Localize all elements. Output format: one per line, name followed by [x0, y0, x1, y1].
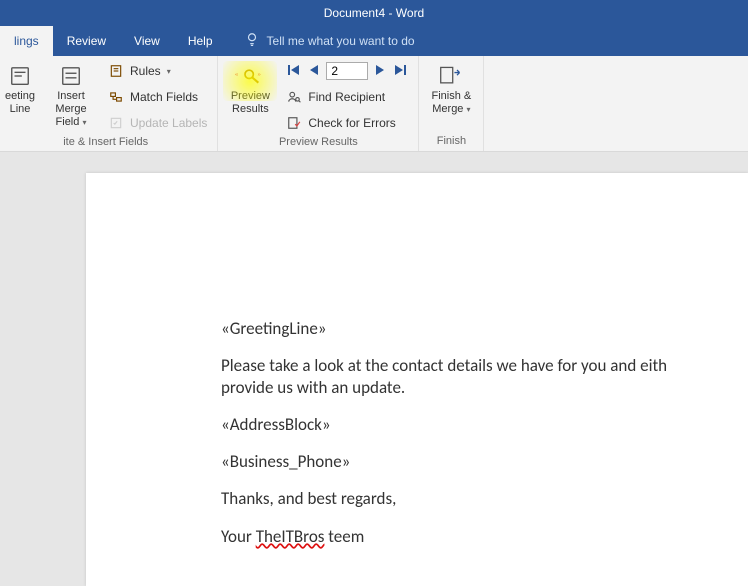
svg-text:«: «	[235, 72, 238, 78]
record-number-input[interactable]	[326, 62, 368, 80]
lightbulb-icon	[245, 26, 259, 56]
previous-record-button[interactable]	[306, 64, 322, 79]
svg-text:»: »	[258, 72, 261, 78]
find-recipient-icon	[286, 89, 302, 105]
insert-merge-label-1: Insert Merge	[42, 90, 100, 116]
insert-merge-field-icon	[60, 62, 82, 90]
greeting-line-label-1: eeting	[5, 90, 35, 103]
greeting-line-label-2: Line	[10, 103, 31, 116]
update-labels-button: Update Labels	[104, 112, 211, 134]
find-recipient-label: Find Recipient	[308, 90, 385, 104]
group-write-insert-label: ite & Insert Fields	[63, 134, 148, 152]
tab-view[interactable]: View	[120, 26, 174, 56]
finish-merge-label-1: Finish &	[432, 90, 472, 103]
rules-button[interactable]: Rules ▾	[104, 60, 211, 82]
preview-results-icon: «»	[235, 62, 265, 90]
rules-icon	[108, 63, 124, 79]
check-errors-icon	[286, 115, 302, 131]
update-labels-icon	[108, 115, 124, 131]
tab-review[interactable]: Review	[53, 26, 120, 56]
check-errors-label: Check for Errors	[308, 116, 395, 130]
group-write-insert-fields: eeting Line Insert Merge Field ▾ Rules ▾	[0, 56, 218, 151]
preview-results-label-2: Results	[232, 103, 269, 116]
match-fields-icon	[108, 89, 124, 105]
update-labels-label: Update Labels	[130, 116, 207, 130]
dropdown-caret-icon: ▾	[167, 67, 171, 76]
window-title: Document4 - Word	[324, 6, 424, 20]
dropdown-caret-icon: ▾	[82, 118, 86, 127]
merge-field-phone: «Business_Phone»	[221, 451, 748, 473]
insert-merge-label-2: Field ▾	[56, 116, 87, 129]
preview-results-button[interactable]: «» Preview Results	[224, 60, 276, 134]
signature-line: Your TheITBros teem	[221, 526, 748, 548]
group-finish: Finish & Merge ▾ Finish	[419, 56, 484, 151]
ribbon: eeting Line Insert Merge Field ▾ Rules ▾	[0, 56, 748, 152]
rules-label: Rules	[130, 64, 161, 78]
check-errors-button[interactable]: Check for Errors	[282, 112, 412, 134]
merge-field-address: «AddressBlock»	[221, 414, 748, 436]
merge-field-greeting: «GreetingLine»	[221, 318, 748, 340]
finish-merge-label-2: Merge ▾	[432, 103, 470, 116]
preview-stack: Find Recipient Check for Errors	[282, 60, 412, 134]
dropdown-caret-icon: ▾	[467, 105, 471, 114]
insert-merge-field-button[interactable]: Insert Merge Field ▾	[40, 60, 102, 134]
ribbon-tab-bar: lings Review View Help Tell me what you …	[0, 26, 748, 56]
thanks-line: Thanks, and best regards,	[221, 488, 748, 510]
greeting-line-button[interactable]: eeting Line	[0, 60, 40, 134]
finish-merge-icon	[439, 62, 463, 90]
tab-mailings[interactable]: lings	[0, 26, 53, 56]
rules-stack: Rules ▾ Match Fields Update Labels	[104, 60, 211, 134]
window-title-bar: Document4 - Word	[0, 0, 748, 26]
tell-me-box[interactable]: Tell me what you want to do	[227, 26, 415, 56]
match-fields-button[interactable]: Match Fields	[104, 86, 211, 108]
preview-results-label-1: Preview	[231, 90, 270, 103]
group-finish-label: Finish	[437, 133, 466, 151]
find-recipient-button[interactable]: Find Recipient	[282, 86, 412, 108]
tell-me-label: Tell me what you want to do	[267, 26, 415, 56]
finish-merge-button[interactable]: Finish & Merge ▾	[425, 60, 477, 116]
next-record-button[interactable]	[372, 64, 388, 79]
record-nav	[282, 60, 412, 82]
first-record-button[interactable]	[286, 64, 302, 79]
document-area: «GreetingLine» Please take a look at the…	[0, 152, 748, 586]
greeting-line-icon	[9, 62, 31, 90]
tab-help[interactable]: Help	[174, 26, 227, 56]
spelling-error: TheITBros	[256, 526, 325, 547]
last-record-button[interactable]	[392, 64, 408, 79]
group-preview-results: «» Preview Results	[218, 56, 419, 151]
group-preview-label: Preview Results	[279, 134, 358, 152]
page-canvas[interactable]: «GreetingLine» Please take a look at the…	[86, 173, 748, 586]
document-content: «GreetingLine» Please take a look at the…	[221, 318, 748, 548]
body-paragraph: Please take a look at the contact detail…	[221, 355, 748, 399]
match-fields-label: Match Fields	[130, 90, 198, 104]
